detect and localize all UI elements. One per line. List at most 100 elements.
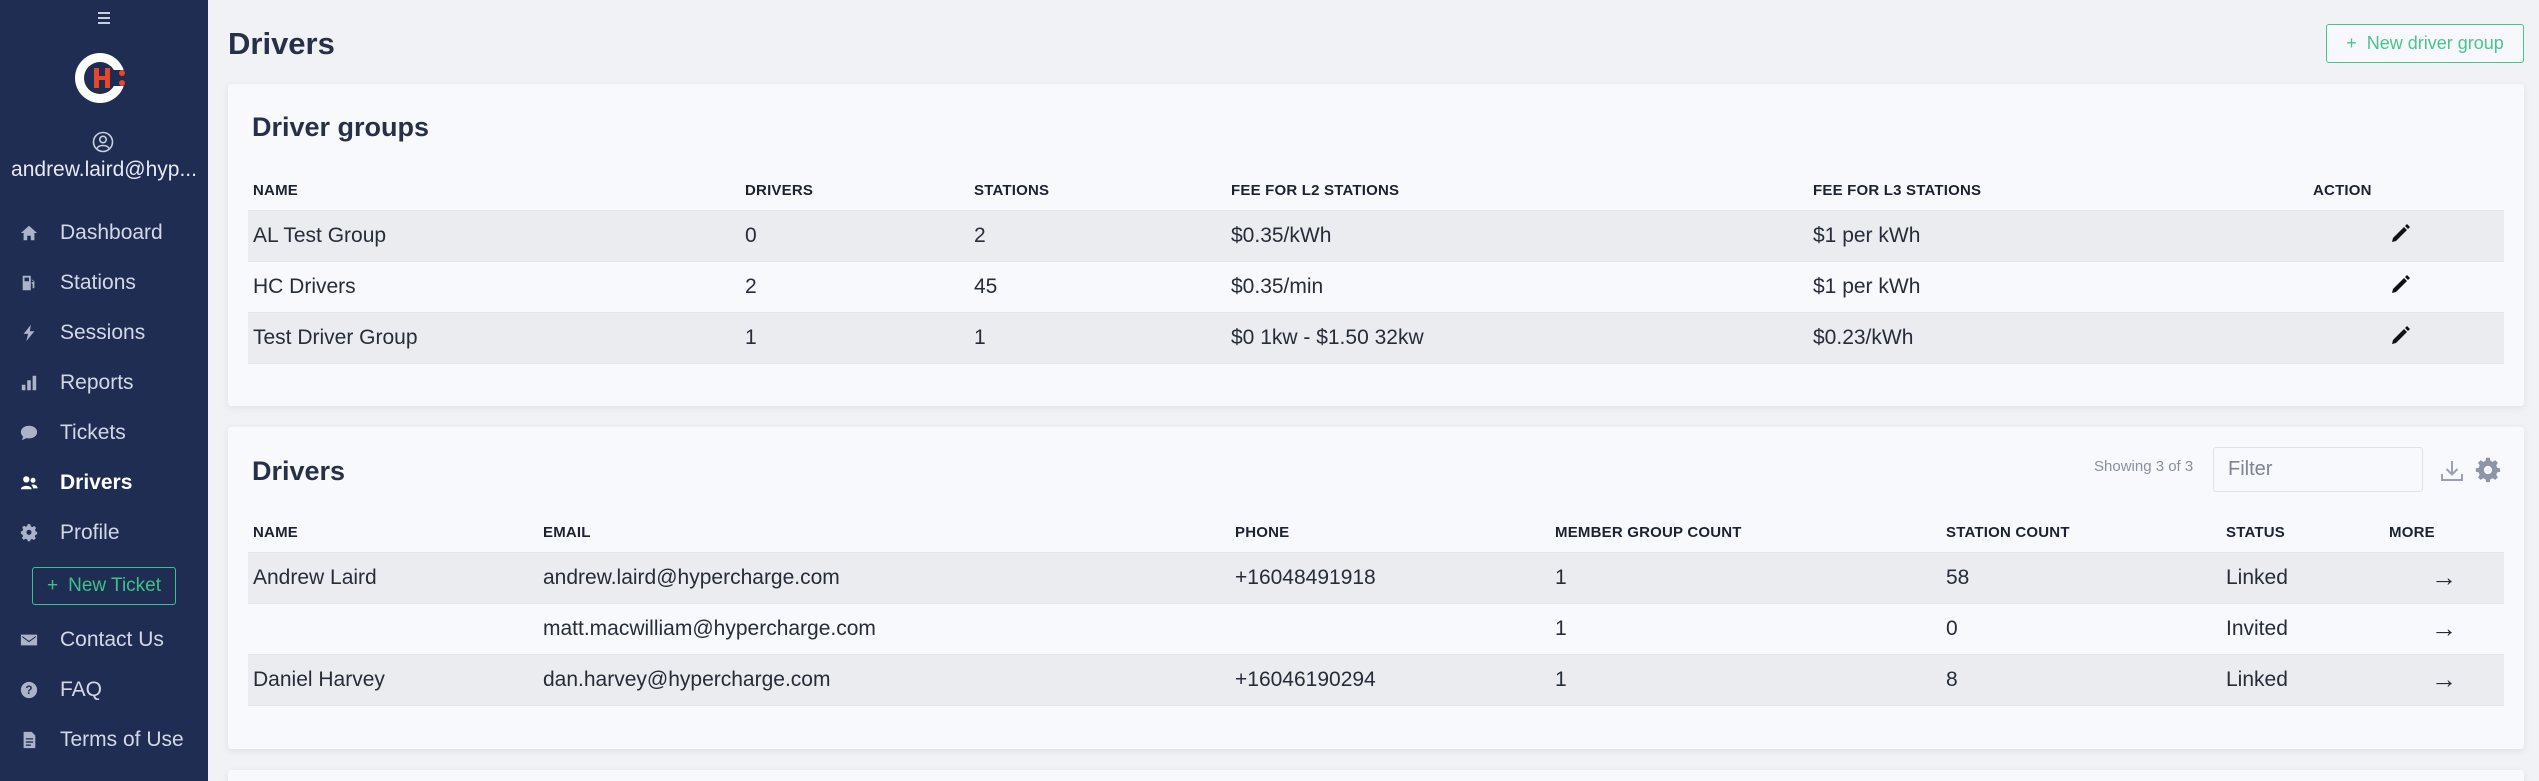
new-driver-group-button[interactable]: + New driver group [2326, 24, 2524, 63]
table-row[interactable]: Andrew Laird andrew.laird@hypercharge.co… [248, 551, 2504, 603]
new-ticket-button[interactable]: + New Ticket [32, 567, 176, 605]
sidebar-item-drivers[interactable]: Drivers [0, 463, 208, 503]
table-header-row: NAME DRIVERS STATIONS FEE FOR L2 STATION… [248, 172, 2504, 210]
group-drivers: 1 [740, 311, 969, 364]
column-header[interactable]: STATUS [2221, 514, 2384, 552]
group-fee-l2: $0.35/kWh [1226, 209, 1808, 261]
gear-icon [19, 523, 39, 543]
driver-status: Linked [2221, 551, 2384, 603]
column-header[interactable]: FEE FOR L2 STATIONS [1226, 172, 1808, 210]
driver-group-count: 1 [1550, 551, 1941, 603]
column-header[interactable]: MEMBER GROUP COUNT [1550, 514, 1941, 552]
driver-phone: +16048491918 [1230, 551, 1550, 603]
column-header[interactable]: DRIVERS [740, 172, 969, 210]
sidebar-item-label: Dashboard [60, 221, 163, 244]
menu-toggle-icon[interactable] [94, 6, 114, 30]
sidebar-item-contact-us[interactable]: Contact Us [0, 620, 208, 660]
table-row[interactable]: Daniel Harvey dan.harvey@hypercharge.com… [248, 653, 2504, 706]
more-cell: → [2384, 551, 2504, 603]
pencil-icon[interactable] [2390, 222, 2412, 244]
sidebar-item-profile[interactable]: Profile [0, 513, 208, 553]
table-header-row: NAME EMAIL PHONE MEMBER GROUP COUNT STAT… [248, 514, 2504, 552]
sidebar-item-label: Profile [60, 521, 120, 544]
table-row[interactable]: matt.macwilliam@hypercharge.com 1 0 Invi… [248, 602, 2504, 654]
column-header[interactable]: STATION COUNT [1941, 514, 2221, 552]
arrow-right-icon[interactable]: → [2431, 613, 2457, 643]
showing-count: Showing 3 of 3 [2094, 458, 2194, 475]
pencil-icon[interactable] [2390, 324, 2412, 346]
sidebar-item-tickets[interactable]: Tickets [0, 413, 208, 453]
group-name: HC Drivers [248, 260, 740, 312]
filter-input[interactable] [2213, 447, 2423, 492]
gear-icon[interactable] [2474, 456, 2502, 484]
driver-name: Daniel Harvey [248, 653, 538, 706]
sidebar-item-terms[interactable]: Terms of Use [0, 720, 208, 760]
sidebar-item-stations[interactable]: Stations [0, 263, 208, 303]
sidebar-item-dashboard[interactable]: Dashboard [0, 213, 208, 253]
group-fee-l3: $0.23/kWh [1808, 311, 2298, 364]
new-driver-group-label: New driver group [2366, 33, 2504, 53]
driver-phone [1230, 602, 1550, 654]
group-fee-l2: $0 1kw - $1.50 32kw [1226, 311, 1808, 364]
driver-group-count: 1 [1550, 602, 1941, 654]
column-header[interactable]: NAME [248, 172, 740, 210]
group-drivers: 2 [740, 260, 969, 312]
arrow-right-icon[interactable]: → [2431, 562, 2457, 592]
drivers-title: Drivers [252, 456, 346, 486]
group-stations: 2 [969, 209, 1226, 261]
sidebar: andrew.laird@hyp... Dashboard Stations S… [0, 0, 208, 781]
column-header[interactable]: STATIONS [969, 172, 1226, 210]
pencil-icon[interactable] [2390, 273, 2412, 295]
sidebar-item-label: Reports [60, 371, 134, 394]
table-row[interactable]: AL Test Group 0 2 $0.35/kWh $1 per kWh [248, 209, 2504, 261]
table-row[interactable]: Test Driver Group 1 1 $0 1kw - $1.50 32k… [248, 311, 2504, 364]
action-cell [2298, 260, 2504, 312]
driver-groups-card: Driver groups NAME DRIVERS STATIONS FEE … [228, 84, 2524, 406]
driver-status: Invited [2221, 602, 2384, 654]
sidebar-item-label: Stations [60, 271, 136, 294]
comment-icon [19, 423, 39, 443]
column-header[interactable]: FEE FOR L3 STATIONS [1808, 172, 2298, 210]
column-header[interactable]: PHONE [1230, 514, 1550, 552]
group-fee-l3: $1 per kWh [1808, 260, 2298, 312]
document-icon [19, 730, 39, 750]
driver-email: dan.harvey@hypercharge.com [538, 653, 1230, 706]
action-cell [2298, 209, 2504, 261]
column-header[interactable]: EMAIL [538, 514, 1230, 552]
group-name: Test Driver Group [248, 311, 740, 364]
group-drivers: 0 [740, 209, 969, 261]
sidebar-item-sessions[interactable]: Sessions [0, 313, 208, 353]
plus-icon: + [2346, 33, 2357, 53]
plus-icon: + [46, 575, 59, 596]
driver-name [248, 602, 538, 654]
group-stations: 45 [969, 260, 1226, 312]
sidebar-item-label: Sessions [60, 321, 146, 344]
hypercharge-logo [75, 53, 132, 103]
group-fee-l2: $0.35/min [1226, 260, 1808, 312]
sidebar-item-label: Drivers [60, 471, 133, 494]
next-card [228, 770, 2524, 781]
sidebar-item-faq[interactable]: ? FAQ [0, 670, 208, 710]
column-header: MORE [2389, 524, 2435, 542]
driver-email: andrew.laird@hypercharge.com [538, 551, 1230, 603]
driver-group-count: 1 [1550, 653, 1941, 706]
arrow-right-icon[interactable]: → [2431, 664, 2457, 694]
table-row[interactable]: HC Drivers 2 45 $0.35/min $1 per kWh [248, 260, 2504, 312]
user-circle-icon[interactable] [92, 131, 114, 153]
sidebar-item-label: Terms of Use [60, 728, 184, 751]
group-name: AL Test Group [248, 209, 740, 261]
sidebar-item-label: FAQ [60, 678, 103, 701]
user-email[interactable]: andrew.laird@hyp... [0, 158, 208, 182]
column-header[interactable]: NAME [248, 514, 538, 552]
group-fee-l3: $1 per kWh [1808, 209, 2298, 261]
column-header: ACTION [2313, 182, 2372, 200]
driver-email: matt.macwilliam@hypercharge.com [538, 602, 1230, 654]
more-cell: → [2384, 602, 2504, 654]
envelope-icon [19, 630, 39, 650]
svg-text:?: ? [25, 684, 32, 697]
driver-name: Andrew Laird [248, 551, 538, 603]
sidebar-item-label: Contact Us [60, 628, 164, 651]
download-icon[interactable] [2438, 457, 2466, 485]
sidebar-item-reports[interactable]: Reports [0, 363, 208, 403]
bolt-icon [19, 323, 39, 343]
